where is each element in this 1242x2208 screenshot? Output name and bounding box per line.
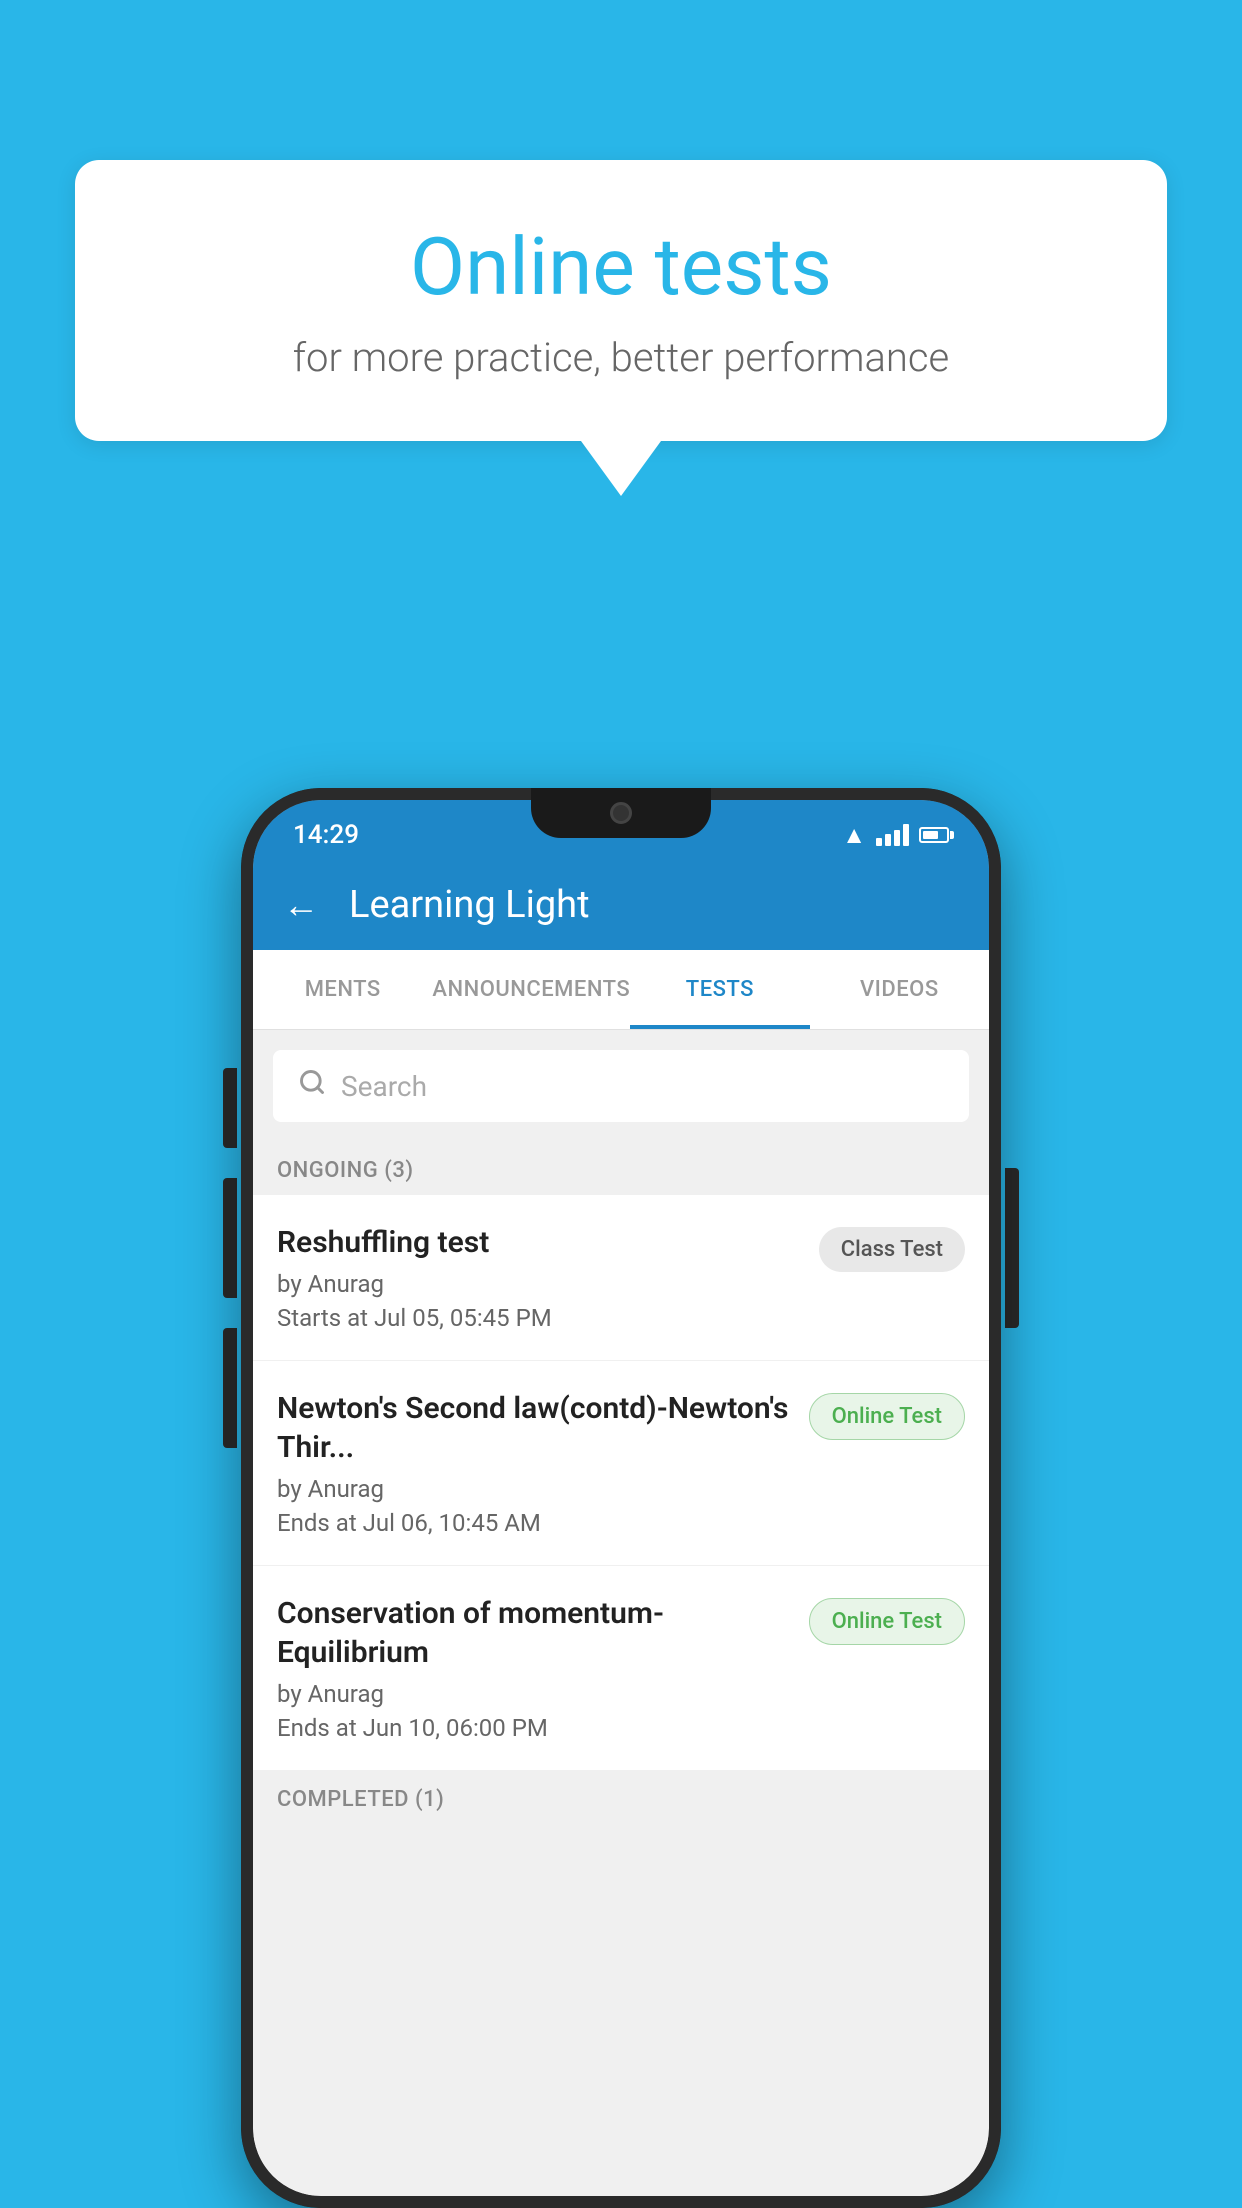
ongoing-section-header: ONGOING (3) <box>253 1142 989 1195</box>
search-bar[interactable]: Search <box>273 1050 969 1122</box>
test-list: Reshuffling test by Anurag Starts at Jul… <box>253 1195 989 1771</box>
signal-bar-4 <box>903 824 909 846</box>
test-item-2[interactable]: Newton's Second law(contd)-Newton's Thir… <box>253 1361 989 1566</box>
phone-frame: 14:29 ▲ <box>241 788 1001 2208</box>
status-icons: ▲ <box>842 821 949 850</box>
signal-bar-1 <box>876 838 882 846</box>
phone-screen: 14:29 ▲ <box>253 800 989 2196</box>
tabs-bar: MENTS ANNOUNCEMENTS TESTS VIDEOS <box>253 950 989 1030</box>
phone-button-right <box>1005 1168 1019 1328</box>
app-title: Learning Light <box>349 883 590 927</box>
tab-announcements[interactable]: ANNOUNCEMENTS <box>432 950 630 1029</box>
search-icon <box>298 1068 326 1104</box>
tab-ments[interactable]: MENTS <box>253 950 432 1029</box>
phone-button-left-1 <box>223 1068 237 1148</box>
content-area: Search ONGOING (3) Reshuffling test by A… <box>253 1030 989 2196</box>
speech-bubble-arrow <box>581 441 661 496</box>
battery-icon <box>919 827 949 843</box>
test-time-3: Ends at Jun 10, 06:00 PM <box>277 1714 789 1742</box>
app-header: ← Learning Light <box>253 860 989 950</box>
test-time-1: Starts at Jul 05, 05:45 PM <box>277 1304 799 1332</box>
test-time-2: Ends at Jul 06, 10:45 AM <box>277 1509 789 1537</box>
signal-bar-3 <box>894 830 900 846</box>
test-name-1: Reshuffling test <box>277 1223 799 1262</box>
search-placeholder: Search <box>341 1070 427 1103</box>
status-time: 14:29 <box>293 820 359 850</box>
completed-section-header: COMPLETED (1) <box>253 1771 989 1824</box>
speech-bubble-container: Online tests for more practice, better p… <box>75 160 1167 496</box>
wifi-icon: ▲ <box>842 821 866 850</box>
test-name-3: Conservation of momentum-Equilibrium <box>277 1594 789 1672</box>
camera <box>610 802 632 824</box>
back-button[interactable]: ← <box>283 884 319 926</box>
tab-tests[interactable]: TESTS <box>630 950 809 1029</box>
test-info-2: Newton's Second law(contd)-Newton's Thir… <box>277 1389 809 1537</box>
speech-bubble: Online tests for more practice, better p… <box>75 160 1167 441</box>
test-author-3: by Anurag <box>277 1680 789 1708</box>
test-badge-3: Online Test <box>809 1598 965 1645</box>
signal-bar-2 <box>885 834 891 846</box>
test-author-2: by Anurag <box>277 1475 789 1503</box>
background: Online tests for more practice, better p… <box>0 0 1242 2208</box>
phone-button-left-2 <box>223 1178 237 1298</box>
test-item-3[interactable]: Conservation of momentum-Equilibrium by … <box>253 1566 989 1771</box>
battery-fill <box>923 831 938 839</box>
signal-bars <box>876 824 909 846</box>
phone-notch <box>531 788 711 838</box>
test-info-3: Conservation of momentum-Equilibrium by … <box>277 1594 809 1742</box>
test-author-1: by Anurag <box>277 1270 799 1298</box>
test-badge-2: Online Test <box>809 1393 965 1440</box>
phone-container: 14:29 ▲ <box>241 788 1001 2208</box>
test-info-1: Reshuffling test by Anurag Starts at Jul… <box>277 1223 819 1332</box>
test-badge-1: Class Test <box>819 1227 965 1272</box>
tab-videos[interactable]: VIDEOS <box>810 950 989 1029</box>
speech-bubble-subtitle: for more practice, better performance <box>155 334 1087 381</box>
test-name-2: Newton's Second law(contd)-Newton's Thir… <box>277 1389 789 1467</box>
test-item-1[interactable]: Reshuffling test by Anurag Starts at Jul… <box>253 1195 989 1361</box>
speech-bubble-title: Online tests <box>155 220 1087 314</box>
phone-button-left-3 <box>223 1328 237 1448</box>
